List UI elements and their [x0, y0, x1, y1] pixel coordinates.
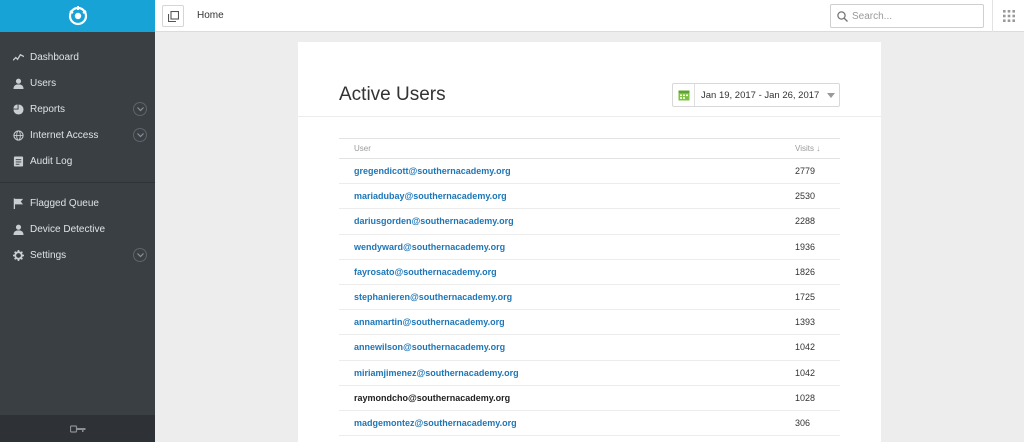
- visits-count: 1936: [795, 234, 840, 260]
- visits-count: 2530: [795, 183, 840, 210]
- visits-count: 2288: [795, 208, 840, 235]
- chevron-down-icon[interactable]: [133, 128, 147, 142]
- sidebar-item-flagged-queue[interactable]: Flagged Queue: [0, 190, 155, 216]
- user-email-link[interactable]: dariusgorden@southernacademy.org: [339, 208, 795, 235]
- sidebar-item-label: Reports: [30, 103, 66, 115]
- search-box[interactable]: [830, 4, 984, 28]
- table-row: annamartin@southernacademy.org 1393: [339, 309, 840, 336]
- table-row: dariusgorden@southernacademy.org 2288: [339, 208, 840, 235]
- table-row: annewilson@southernacademy.org 1042: [339, 334, 840, 361]
- sidebar-item-label: Dashboard: [30, 51, 79, 63]
- search-input[interactable]: [852, 10, 972, 22]
- sidebar-item-label: Settings: [30, 249, 67, 261]
- sidebar-item-audit-log[interactable]: Audit Log: [0, 148, 155, 174]
- page-title: Active Users: [339, 84, 446, 105]
- sidebar-item-internet-access[interactable]: Internet Access: [0, 122, 155, 148]
- table-row: stephanieren@southernacademy.org 1725: [339, 284, 840, 311]
- user-email-link[interactable]: miriamjimenez@southernacademy.org: [339, 360, 795, 386]
- visits-count: 1826: [795, 259, 840, 285]
- user-email-link[interactable]: annewilson@southernacademy.org: [339, 334, 795, 361]
- column-header-user[interactable]: User: [339, 138, 795, 159]
- chevron-down-icon[interactable]: [133, 102, 147, 116]
- sidebar-item-label: Flagged Queue: [30, 197, 99, 209]
- sidebar-item-label: Users: [30, 77, 57, 89]
- visits-count: 1725: [795, 284, 840, 311]
- globe-icon: [12, 129, 24, 141]
- user-email-link[interactable]: mariadubay@southernacademy.org: [339, 183, 795, 210]
- user-email-link[interactable]: fayrosato@southernacademy.org: [339, 259, 795, 285]
- date-range-value: Jan 19, 2017 - Jan 26, 2017: [701, 89, 820, 101]
- user-email-link[interactable]: wendyward@southernacademy.org: [339, 234, 795, 260]
- line-chart-icon: [12, 51, 24, 63]
- user-email-link[interactable]: stephanieren@southernacademy.org: [339, 284, 795, 311]
- grid-icon: [1002, 10, 1015, 22]
- calendar-icon: [673, 84, 695, 106]
- table-row: fayrosato@southernacademy.org 1826: [339, 259, 840, 285]
- gear-icon: [12, 249, 24, 261]
- active-users-table: User Visits ↓ gregendicott@southernacade…: [339, 138, 840, 437]
- table-row: raymondcho@southernacademy.org 1028: [339, 385, 840, 411]
- flag-icon: [12, 197, 24, 209]
- table-row: madgemontez@southernacademy.org 306: [339, 410, 840, 437]
- sidebar-item-label: Audit Log: [30, 155, 73, 167]
- table-header-row: User Visits ↓: [339, 138, 840, 159]
- sidebar-divider: [0, 182, 155, 183]
- user-email-link[interactable]: gregendicott@southernacademy.org: [339, 158, 795, 185]
- sidebar-item-device-detective[interactable]: Device Detective: [0, 216, 155, 242]
- sidebar-item-settings[interactable]: Settings: [0, 242, 155, 268]
- table-row: gregendicott@southernacademy.org 2779: [339, 158, 840, 185]
- date-range-picker[interactable]: Jan 19, 2017 - Jan 26, 2017: [672, 83, 840, 107]
- apps-menu-button[interactable]: [992, 0, 1024, 32]
- visits-count: 1393: [795, 309, 840, 336]
- sidebar-item-dashboard[interactable]: Dashboard: [0, 44, 155, 70]
- user-email-link[interactable]: raymondcho@southernacademy.org: [339, 385, 795, 411]
- table-row: wendyward@southernacademy.org 1936: [339, 234, 840, 260]
- log-icon: [12, 155, 24, 167]
- chevron-down-icon[interactable]: [133, 248, 147, 262]
- sidebar-item-users[interactable]: Users: [0, 70, 155, 96]
- visits-count: 306: [795, 410, 840, 437]
- visits-count: 1042: [795, 360, 840, 386]
- user-email-link[interactable]: annamartin@southernacademy.org: [339, 309, 795, 336]
- sidebar-item-label: Internet Access: [30, 129, 99, 141]
- toggle-sidebar-button[interactable]: [162, 5, 184, 27]
- pie-chart-icon: [12, 103, 24, 115]
- sidebar-footer[interactable]: [0, 415, 155, 442]
- visits-count: 2779: [795, 158, 840, 185]
- active-users-card: Active Users Jan 19, 2017 - Jan 26, 2017…: [298, 42, 881, 442]
- visits-count: 1028: [795, 385, 840, 411]
- visits-count: 1042: [795, 334, 840, 361]
- brand-logo-icon: [68, 6, 87, 26]
- breadcrumb[interactable]: Home: [197, 10, 224, 21]
- caret-down-icon: [827, 93, 835, 98]
- column-header-visits[interactable]: Visits ↓: [795, 138, 840, 159]
- user-icon: [12, 77, 24, 89]
- logo-bar[interactable]: [0, 0, 155, 32]
- sidebar-item-label: Device Detective: [30, 223, 106, 235]
- sidebar-nav: Dashboard Users Reports Internet Access …: [0, 32, 155, 268]
- table-row: mariadubay@southernacademy.org 2530: [339, 183, 840, 210]
- table-row: miriamjimenez@southernacademy.org 1042: [339, 360, 840, 386]
- key-icon: [69, 424, 85, 433]
- sidebar-item-reports[interactable]: Reports: [0, 96, 155, 122]
- card-divider: [298, 116, 881, 117]
- sidebar: Dashboard Users Reports Internet Access …: [0, 0, 155, 442]
- top-bar: Home: [155, 0, 1024, 32]
- window-copy-icon: [167, 10, 179, 22]
- user-icon: [12, 223, 24, 235]
- user-email-link[interactable]: madgemontez@southernacademy.org: [339, 410, 795, 437]
- search-icon: [837, 10, 848, 22]
